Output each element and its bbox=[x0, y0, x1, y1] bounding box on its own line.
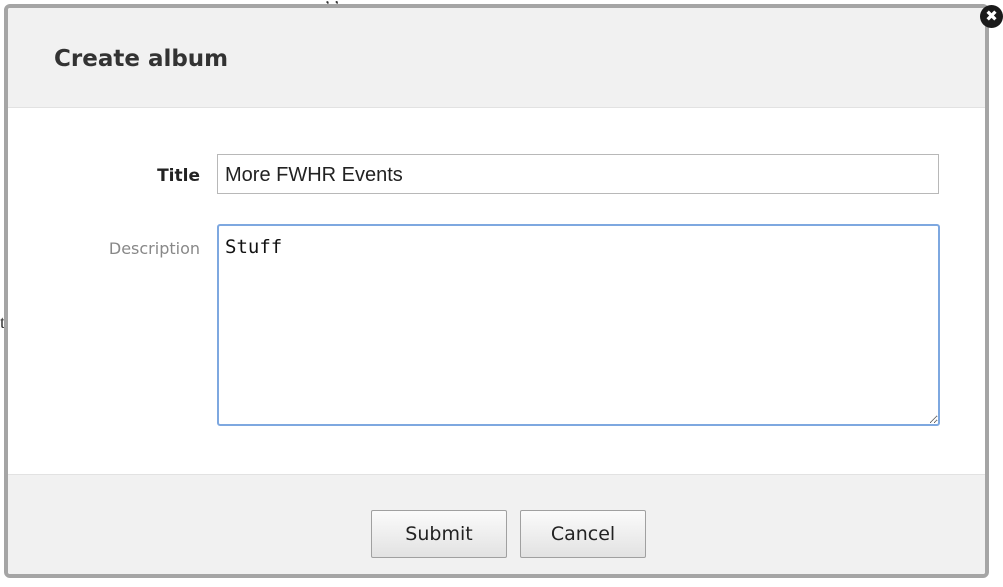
cancel-button[interactable]: Cancel bbox=[520, 510, 646, 558]
description-textarea[interactable]: Stuff bbox=[217, 224, 940, 426]
title-label: Title bbox=[157, 166, 200, 186]
close-icon[interactable]: ✖ bbox=[980, 5, 1003, 28]
dialog-footer: Submit Cancel bbox=[8, 474, 985, 574]
description-label: Description bbox=[108, 239, 200, 258]
dialog-title: Create album bbox=[54, 46, 229, 72]
dialog-header: Create album bbox=[8, 8, 985, 108]
title-input[interactable] bbox=[217, 154, 939, 194]
submit-button[interactable]: Submit bbox=[371, 510, 507, 558]
create-album-dialog: Create album Title Description Stuff Sub… bbox=[4, 4, 989, 578]
